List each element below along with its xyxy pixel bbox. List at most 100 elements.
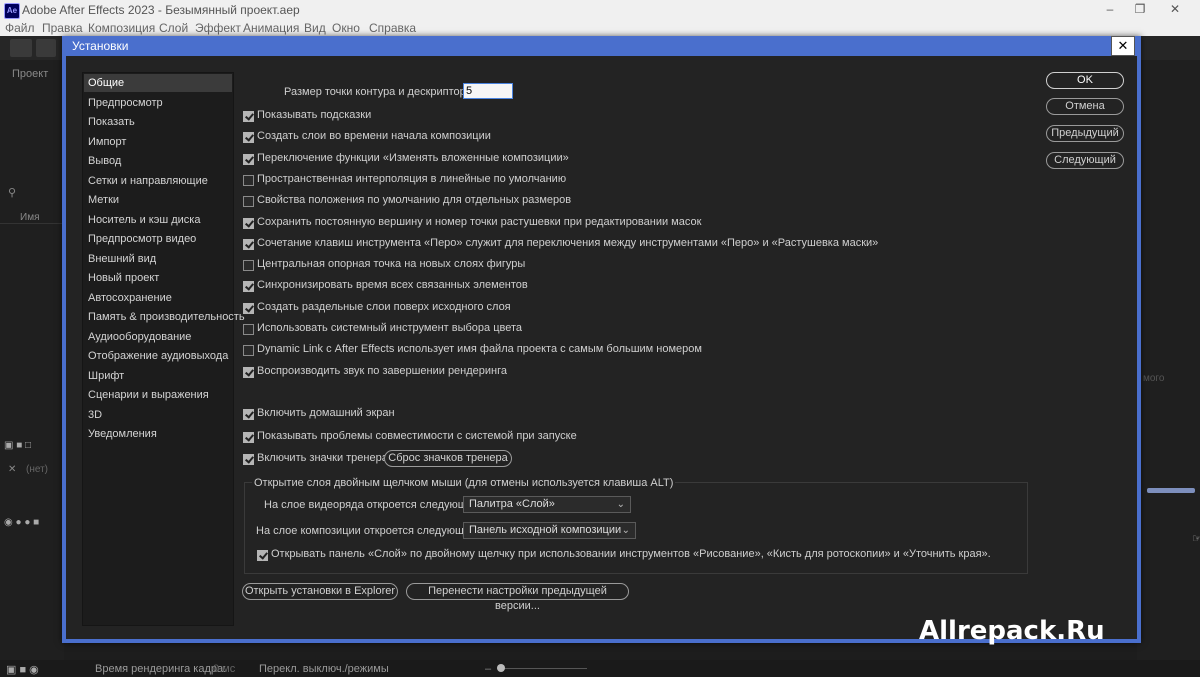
category-auto-save[interactable]: Автосохранение bbox=[84, 289, 232, 307]
layer-none-label: (нет) bbox=[26, 464, 48, 475]
preferences-dialog: Установки ✕ Общие Предпросмотр Показать … bbox=[62, 36, 1141, 646]
dialog-close-button[interactable]: ✕ bbox=[1111, 36, 1135, 56]
category-video-preview[interactable]: Предпросмотр видео bbox=[84, 230, 232, 248]
chevron-down-icon: ⌄ bbox=[621, 525, 630, 536]
comp-layer-select-value: Панель исходной композиции bbox=[469, 524, 622, 536]
category-memory-performance[interactable]: Память & производительность bbox=[84, 308, 245, 326]
menu-layer[interactable]: Слой bbox=[159, 21, 188, 35]
cancel-button[interactable]: Отмена bbox=[1046, 98, 1124, 115]
timeline-zoom-slider[interactable] bbox=[497, 668, 587, 669]
previous-button[interactable]: Предыдущий bbox=[1046, 125, 1124, 142]
close-icon[interactable]: ✕ bbox=[8, 464, 16, 475]
ok-button[interactable]: OK bbox=[1046, 72, 1124, 89]
category-new-project[interactable]: Новый проект bbox=[84, 269, 232, 287]
reset-trainer-badges-button[interactable]: Сброс значков тренера bbox=[384, 450, 512, 467]
project-tab[interactable]: Проект bbox=[12, 68, 48, 80]
option-label: Сохранить постоянную вершину и номер точ… bbox=[257, 215, 702, 228]
option-label: Включить значки тренера bbox=[257, 452, 388, 464]
option-checkbox[interactable] bbox=[243, 260, 254, 272]
comp-layer-select[interactable]: Панель исходной композиции ⌄ bbox=[463, 522, 636, 539]
option-label: Пространственная интерполяция в линейные… bbox=[257, 172, 567, 185]
search-icon[interactable]: ⚲ bbox=[8, 186, 16, 199]
option-checkbox[interactable] bbox=[243, 281, 254, 293]
menu-help[interactable]: Справка bbox=[369, 21, 416, 35]
menu-animation[interactable]: Анимация bbox=[243, 21, 299, 35]
category-notifications[interactable]: Уведомления bbox=[84, 425, 232, 443]
footage-layer-select[interactable]: Палитра «Слой» ⌄ bbox=[463, 496, 631, 513]
category-previews[interactable]: Предпросмотр bbox=[84, 94, 232, 112]
category-labels[interactable]: Метки bbox=[84, 191, 232, 209]
category-3d[interactable]: 3D bbox=[84, 406, 232, 424]
option-label: Центральная опорная точка на новых слоях… bbox=[257, 258, 526, 271]
dialog-title: Установки bbox=[72, 39, 129, 53]
footage-layer-label: На слое видеоряда откроется следующее: bbox=[264, 499, 482, 511]
category-import[interactable]: Импорт bbox=[84, 133, 232, 151]
option-label: Свойства положения по умолчанию для отде… bbox=[257, 194, 572, 207]
window-title: Adobe After Effects 2023 - Безымянный пр… bbox=[22, 3, 300, 17]
home-icon[interactable] bbox=[10, 39, 32, 57]
category-type[interactable]: Шрифт bbox=[84, 367, 232, 385]
option-checkbox[interactable] bbox=[243, 111, 254, 122]
divider bbox=[0, 223, 64, 224]
selection-tool-icon[interactable] bbox=[36, 39, 56, 57]
zoom-out-icon[interactable]: – bbox=[485, 663, 491, 675]
project-panel: Проект ⚲ Имя ▣ ■ □ ✕ (нет) ◉ ● ● ■ bbox=[0, 60, 64, 660]
option-checkbox[interactable] bbox=[243, 238, 254, 250]
name-column-header[interactable]: Имя bbox=[20, 212, 39, 223]
option-checkbox[interactable] bbox=[243, 431, 254, 443]
category-grids-guides[interactable]: Сетки и направляющие bbox=[84, 172, 232, 190]
right-fragment-text: мого bbox=[1143, 373, 1165, 384]
migrate-settings-button[interactable]: Перенести настройки предыдущей версии... bbox=[406, 583, 629, 612]
option-checkbox[interactable] bbox=[243, 345, 254, 357]
option-checkbox[interactable] bbox=[243, 153, 254, 165]
menu-window[interactable]: Окно bbox=[332, 21, 360, 35]
option-checkbox[interactable] bbox=[243, 174, 254, 186]
menu-effect[interactable]: Эффект bbox=[195, 21, 241, 35]
option-checkbox[interactable] bbox=[243, 196, 254, 208]
layer-switch-icons: ◉ ● ● ■ bbox=[4, 517, 40, 528]
window-close-icon[interactable]: ✕ bbox=[1160, 0, 1190, 20]
option-checkbox[interactable] bbox=[243, 132, 254, 144]
zoom-slider[interactable] bbox=[1147, 488, 1195, 493]
option-checkbox[interactable] bbox=[243, 217, 254, 229]
option-label: Воспроизводить звук по завершении рендер… bbox=[257, 364, 508, 377]
option-label: Dynamic Link с After Effects использует … bbox=[257, 343, 702, 356]
category-audio-hardware[interactable]: Аудиооборудование bbox=[84, 328, 232, 346]
menu-view[interactable]: Вид bbox=[304, 21, 326, 35]
option-label: Показывать проблемы совместимости с сист… bbox=[257, 429, 577, 442]
option-checkbox[interactable] bbox=[243, 366, 254, 378]
status-bar: ▣ ■ ◉ Время рендеринга кадра: 0 мс Перек… bbox=[0, 660, 1200, 677]
category-appearance[interactable]: Внешний вид bbox=[84, 250, 232, 268]
category-general[interactable]: Общие bbox=[84, 74, 232, 92]
option-checkbox[interactable] bbox=[243, 324, 254, 335]
category-display[interactable]: Показать bbox=[84, 113, 232, 131]
chevron-down-icon: ⌄ bbox=[616, 499, 625, 510]
path-point-size-input[interactable]: 5 bbox=[463, 83, 513, 99]
category-audio-output[interactable]: Отображение аудиовыхода bbox=[84, 347, 232, 365]
path-point-size-label: Размер точки контура и дескриптора: bbox=[284, 86, 475, 98]
option-checkbox[interactable] bbox=[243, 409, 254, 420]
option-label: Создать слои во времени начала композици… bbox=[257, 130, 491, 143]
hand-icon[interactable]: ☞ bbox=[1192, 532, 1200, 545]
paint-tools-checkbox[interactable] bbox=[257, 550, 268, 561]
right-panel: мого ☞ bbox=[1137, 60, 1200, 660]
comp-layer-label: На слое композиции откроется следующее: bbox=[256, 525, 480, 537]
watermark-logo: Allrepack.Ru bbox=[919, 616, 1105, 646]
title-bar: Ae Adobe After Effects 2023 - Безымянный… bbox=[0, 0, 1200, 20]
category-media-cache[interactable]: Носитель и кэш диска bbox=[84, 211, 232, 229]
timeline-zoom-handle[interactable] bbox=[497, 664, 505, 672]
open-in-explorer-button[interactable]: Открыть установки в Explorer bbox=[242, 583, 398, 600]
option-checkbox[interactable] bbox=[243, 302, 254, 314]
category-output[interactable]: Вывод bbox=[84, 152, 232, 170]
menu-file[interactable]: Файл bbox=[5, 21, 35, 35]
render-time-value: 0 мс bbox=[213, 663, 236, 675]
toggle-switches-modes[interactable]: Перекл. выключ./режимы bbox=[259, 663, 389, 675]
restore-icon[interactable]: ❐ bbox=[1125, 0, 1155, 20]
next-button[interactable]: Следующий bbox=[1046, 152, 1124, 169]
category-scripting[interactable]: Сценарии и выражения bbox=[84, 386, 232, 404]
option-label: Сочетание клавиш инструмента «Перо» служ… bbox=[257, 236, 879, 249]
menu-edit[interactable]: Правка bbox=[42, 21, 83, 35]
minimize-icon[interactable]: – bbox=[1095, 0, 1125, 20]
menu-composition[interactable]: Композиция bbox=[88, 21, 155, 35]
option-checkbox[interactable] bbox=[243, 454, 254, 465]
